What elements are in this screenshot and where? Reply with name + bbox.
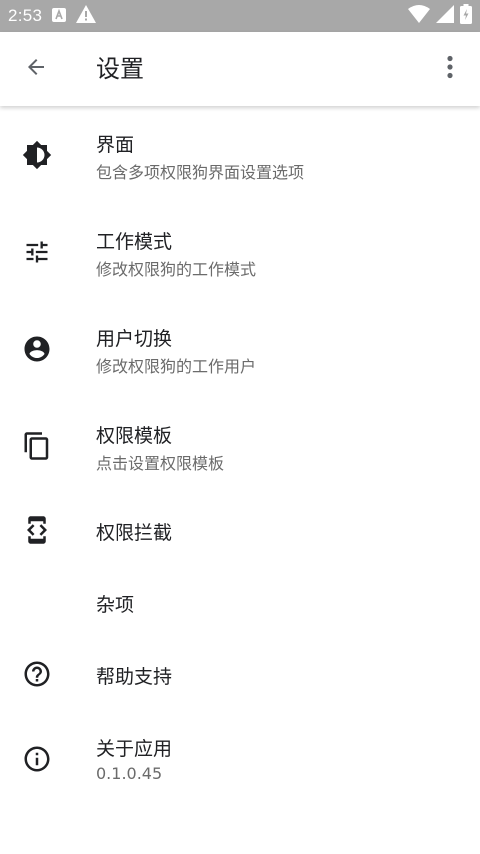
- settings-item-label: 用户切换: [96, 328, 173, 350]
- settings-item-subtitle: 点击设置权限模板: [96, 454, 225, 473]
- settings-item-subtitle: 修改权限狗的工作模式: [96, 260, 257, 279]
- status-bar: 2:53: [0, 0, 480, 32]
- settings-item-label: 关于应用: [96, 738, 173, 760]
- page-title: 设置: [96, 55, 144, 83]
- more-vert-icon: [446, 55, 454, 83]
- copy-icon: [22, 431, 52, 461]
- settings-item-interface[interactable]: 界面 包含多项权限狗界面设置选项: [0, 106, 480, 203]
- settings-item-work-mode[interactable]: 工作模式 修改权限狗的工作模式: [0, 203, 480, 300]
- app-bar: 设置: [0, 32, 480, 106]
- info-icon: [22, 744, 52, 774]
- status-time: 2:53: [8, 6, 43, 25]
- settings-item-permission-template[interactable]: 权限模板 点击设置权限模板: [0, 397, 480, 494]
- settings-item-label: 杂项: [96, 594, 135, 616]
- brightness-icon: [22, 140, 52, 170]
- app-version: 0.1.0.45: [96, 764, 163, 783]
- app-notification-icon: [52, 7, 67, 26]
- settings-item-misc[interactable]: 杂项: [0, 566, 480, 638]
- developer-mode-icon: [22, 515, 52, 545]
- settings-item-help[interactable]: 帮助支持: [0, 638, 480, 710]
- settings-item-permission-intercept[interactable]: 权限拦截: [0, 494, 480, 566]
- warning-icon: [76, 5, 97, 27]
- settings-item-subtitle: 包含多项权限狗界面设置选项: [96, 163, 305, 182]
- settings-item-label: 权限模板: [96, 425, 173, 447]
- settings-item-label: 帮助支持: [96, 666, 173, 688]
- back-button[interactable]: [18, 51, 54, 87]
- battery-charging-icon: [460, 4, 472, 28]
- wifi-icon: [408, 5, 430, 27]
- settings-item-label: 权限拦截: [96, 522, 173, 544]
- tune-icon: [22, 237, 52, 267]
- settings-item-subtitle: 修改权限狗的工作用户: [96, 357, 257, 376]
- settings-item-about[interactable]: 关于应用 0.1.0.45: [0, 710, 480, 807]
- more-options-button[interactable]: [436, 53, 464, 85]
- settings-item-label: 工作模式: [96, 231, 173, 253]
- signal-icon: [436, 5, 454, 27]
- account-circle-icon: [22, 334, 52, 364]
- arrow-back-icon: [24, 55, 48, 83]
- settings-item-label: 界面: [96, 134, 135, 156]
- help-icon: [22, 659, 52, 689]
- settings-item-user-switch[interactable]: 用户切换 修改权限狗的工作用户: [0, 300, 480, 397]
